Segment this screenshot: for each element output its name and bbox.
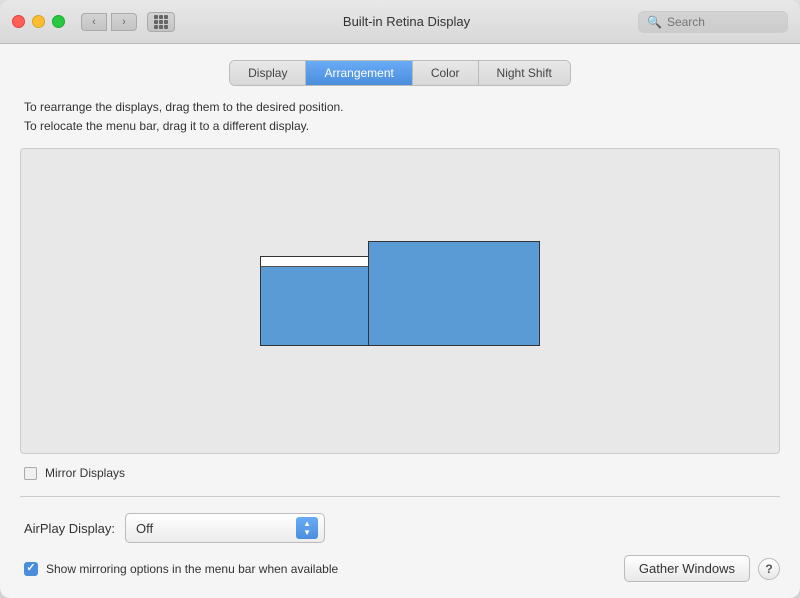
tab-night-shift[interactable]: Night Shift xyxy=(479,61,570,85)
checkmark-icon: ✓ xyxy=(26,563,35,574)
bottom-row: ✓ Show mirroring options in the menu bar… xyxy=(20,555,780,582)
search-input[interactable] xyxy=(667,15,779,29)
minimize-button[interactable] xyxy=(32,15,45,28)
select-arrows-icon: ▲ ▼ xyxy=(296,517,318,539)
instruction-line2: To relocate the menu bar, drag it to a d… xyxy=(24,117,780,136)
grid-icon xyxy=(154,15,168,29)
monitor-builtin[interactable] xyxy=(260,256,370,346)
tab-arrangement[interactable]: Arrangement xyxy=(306,61,412,85)
mirror-displays-label: Mirror Displays xyxy=(45,466,125,480)
content-area: Display Arrangement Color Night Shift To… xyxy=(0,44,800,598)
monitor-external[interactable] xyxy=(368,241,540,346)
airplay-label: AirPlay Display: xyxy=(24,521,115,536)
search-icon: 🔍 xyxy=(647,15,662,29)
menu-bar-indicator xyxy=(261,257,369,267)
maximize-button[interactable] xyxy=(52,15,65,28)
show-mirroring-label: Show mirroring options in the menu bar w… xyxy=(46,562,338,576)
display-arrangement-area[interactable] xyxy=(20,148,780,454)
gather-windows-button[interactable]: Gather Windows xyxy=(624,555,750,582)
window: ‹ › Built-in Retina Display 🔍 Display Ar… xyxy=(0,0,800,598)
instruction-line1: To rearrange the displays, drag them to … xyxy=(24,98,780,117)
airplay-row: AirPlay Display: Off ▲ ▼ xyxy=(20,513,780,543)
airplay-select[interactable]: Off ▲ ▼ xyxy=(125,513,325,543)
tab-display[interactable]: Display xyxy=(230,61,306,85)
show-mirroring-checkbox[interactable]: ✓ xyxy=(24,562,38,576)
instructions: To rearrange the displays, drag them to … xyxy=(20,98,780,136)
titlebar: ‹ › Built-in Retina Display 🔍 xyxy=(0,0,800,44)
help-button[interactable]: ? xyxy=(758,558,780,580)
search-box[interactable]: 🔍 xyxy=(638,11,788,33)
grid-button[interactable] xyxy=(147,12,175,32)
nav-buttons: ‹ › xyxy=(81,13,137,31)
separator xyxy=(20,496,780,497)
right-buttons: Gather Windows ? xyxy=(624,555,780,582)
mirror-displays-row: Mirror Displays xyxy=(20,466,780,480)
forward-button[interactable]: › xyxy=(111,13,137,31)
close-button[interactable] xyxy=(12,15,25,28)
monitor-container xyxy=(260,241,540,361)
traffic-lights xyxy=(12,15,65,28)
airplay-value: Off xyxy=(136,521,153,536)
mirror-displays-checkbox[interactable] xyxy=(24,467,37,480)
tab-color[interactable]: Color xyxy=(413,61,479,85)
window-title: Built-in Retina Display xyxy=(175,14,638,29)
back-button[interactable]: ‹ xyxy=(81,13,107,31)
tab-bar: Display Arrangement Color Night Shift xyxy=(229,60,571,86)
show-mirroring-row: ✓ Show mirroring options in the menu bar… xyxy=(24,562,338,576)
